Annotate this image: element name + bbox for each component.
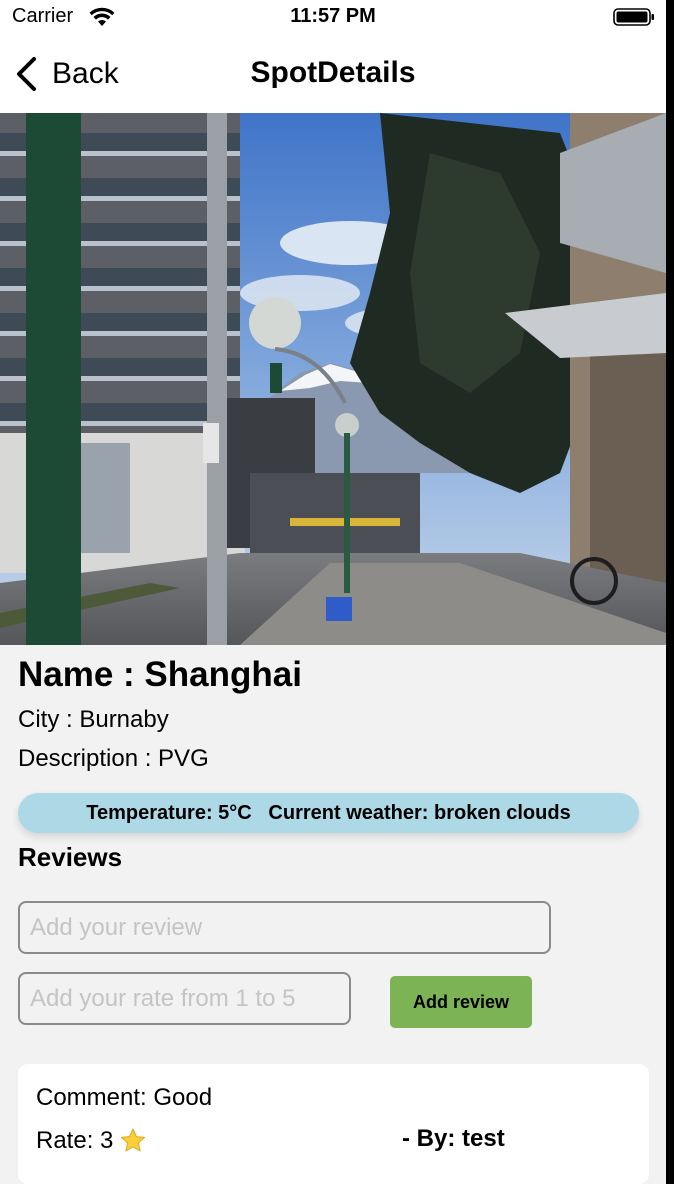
spot-city: City : Burnaby	[18, 706, 169, 733]
spot-description: Description : PVG	[18, 745, 209, 772]
screen-edge	[666, 0, 674, 1184]
review-author: - By: test	[402, 1125, 505, 1152]
review-input[interactable]	[18, 901, 551, 954]
navigation-bar: Back SpotDetails	[0, 36, 666, 113]
review-rate: Rate: 3	[36, 1127, 147, 1155]
temperature-text: Temperature: 5°C	[86, 801, 252, 824]
battery-icon	[613, 8, 654, 26]
current-weather-text: Current weather: broken clouds	[268, 801, 571, 824]
add-review-button[interactable]: Add review	[390, 976, 532, 1028]
spot-details-screen: Carrier 11:57 PM Back SpotDetails Name:…	[0, 0, 666, 1184]
review-rate-text: Rate: 3	[36, 1127, 114, 1154]
status-bar: Carrier 11:57 PM	[0, 0, 666, 36]
weather-banner: Temperature: 5°C Current weather: broken…	[18, 793, 639, 833]
reviews-heading: Reviews	[18, 842, 123, 872]
spot-name: Name : Shanghai	[18, 655, 302, 694]
clock: 11:57 PM	[290, 5, 376, 27]
star-icon	[121, 1128, 146, 1152]
review-card: Comment: Good Rate: 3 - By: test	[18, 1064, 649, 1184]
page-title: SpotDetails	[250, 56, 416, 89]
review-comment: Comment: Good	[36, 1084, 213, 1111]
spot-photo	[0, 113, 666, 645]
rate-input[interactable]	[18, 972, 351, 1025]
